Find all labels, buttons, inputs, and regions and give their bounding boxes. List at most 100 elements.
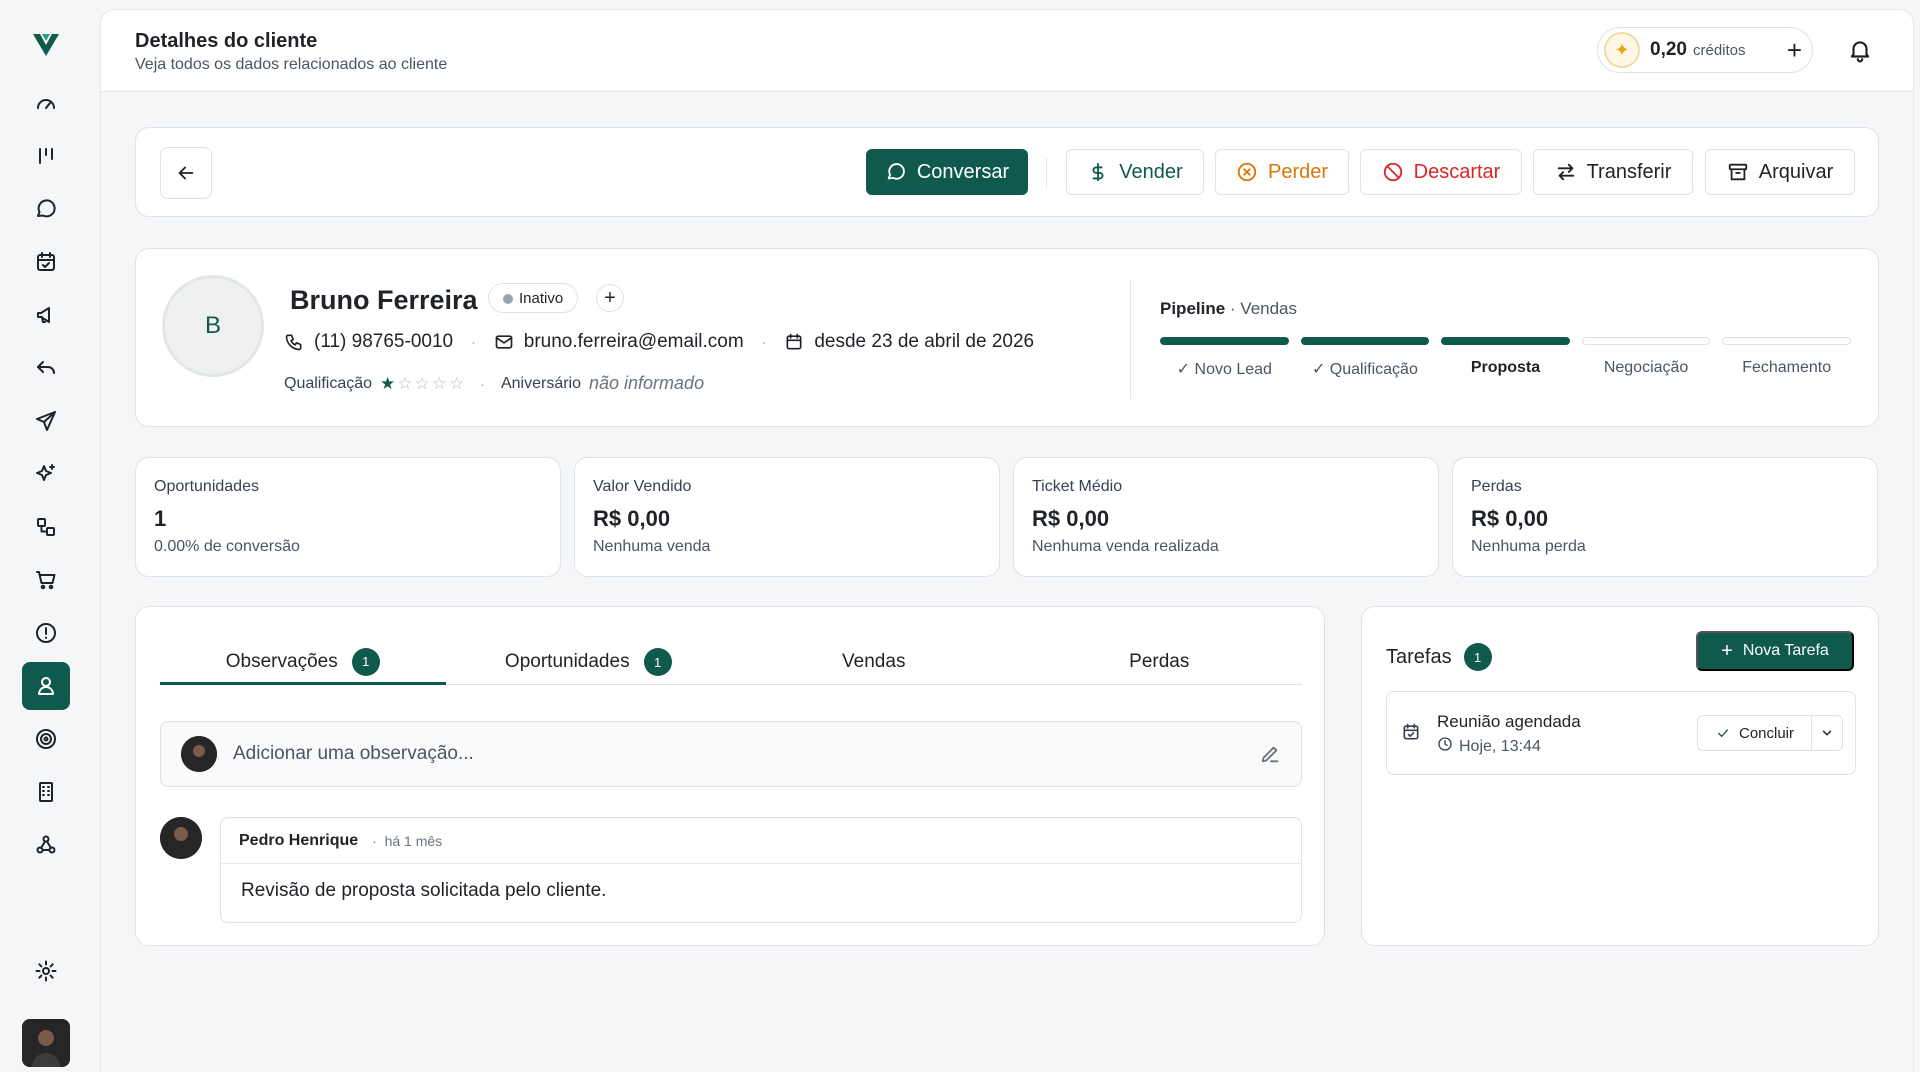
pipeline-stage[interactable]: ✓ Qualificação <box>1300 337 1430 379</box>
tasks-card: Tarefas 1 + Nova Tarefa Reunião agendada… <box>1361 606 1879 946</box>
client-name: Bruno Ferreira <box>290 285 478 315</box>
notifications-button[interactable] <box>1847 37 1873 63</box>
sidebar-item-settings[interactable] <box>22 947 70 995</box>
stage-label-text: Fechamento <box>1742 359 1832 376</box>
client-phone[interactable]: (11) 98765-0010 <box>314 331 453 353</box>
app-logo[interactable] <box>30 28 62 60</box>
stage-label-text: Novo Lead <box>1194 361 1272 378</box>
mail-icon <box>495 335 513 349</box>
comment-time: · há 1 mês <box>372 832 443 849</box>
sidebar-item-ai[interactable] <box>22 450 70 498</box>
stage-progress-bar <box>1581 337 1711 345</box>
arquivar-button[interactable]: Arquivar <box>1705 149 1855 195</box>
transferir-button[interactable]: Transferir <box>1533 149 1693 195</box>
tab-vendas[interactable]: Vendas <box>731 641 1017 683</box>
pipeline-stage[interactable]: Negociação <box>1581 337 1711 379</box>
credits-widget[interactable]: ✦ 0,20 créditos + <box>1597 27 1813 73</box>
action-divider <box>1046 158 1047 188</box>
metric-card-valor-vendido: Valor Vendido R$ 0,00 Nenhuma venda <box>574 457 1000 577</box>
conversar-label: Conversar <box>916 160 1010 183</box>
workflow-icon <box>37 518 55 536</box>
comment-body: Revisão de proposta solicitada pelo clie… <box>241 880 607 901</box>
pipeline-stage[interactable]: Proposta <box>1441 337 1570 379</box>
stage-progress-bar <box>1441 337 1570 345</box>
star-icon[interactable]: ☆ <box>432 374 447 394</box>
webhook-icon <box>36 835 56 854</box>
tab-observacoes[interactable]: Observações 1 <box>160 641 446 685</box>
perder-button[interactable]: Perder <box>1215 149 1349 195</box>
pipeline-stage[interactable]: ✓ Novo Lead <box>1160 337 1289 379</box>
tab-perdas[interactable]: Perdas <box>1017 641 1303 683</box>
complete-task-button[interactable]: Concluir <box>1698 716 1812 750</box>
calendar-check-icon <box>37 252 55 271</box>
vender-button[interactable]: Vender <box>1066 149 1204 195</box>
star-icon[interactable]: ☆ <box>415 374 430 394</box>
sidebar-item-webhooks[interactable] <box>22 821 70 869</box>
qualification-stars[interactable]: ★ ☆ ☆ ☆ ☆ <box>380 374 464 394</box>
sidebar-item-pipeline[interactable] <box>22 132 70 180</box>
task-time-value: Hoje, 13:44 <box>1459 737 1541 755</box>
descartar-label: Descartar <box>1413 160 1501 183</box>
star-icon[interactable]: ☆ <box>449 374 464 394</box>
sidebar-item-flows[interactable] <box>22 503 70 551</box>
pencil-icon[interactable] <box>1259 743 1281 765</box>
topbar: Detalhes do cliente Veja todos os dados … <box>101 10 1913 92</box>
new-task-button[interactable]: + Nova Tarefa <box>1696 631 1854 671</box>
action-bar: Conversar Vender Perder Descartar Transf… <box>135 127 1879 217</box>
sidebar-item-goals[interactable] <box>22 715 70 763</box>
status-badge[interactable]: Inativo <box>488 283 579 313</box>
sidebar-item-dashboard[interactable] <box>22 79 70 127</box>
sidebar-item-alerts[interactable] <box>22 609 70 657</box>
credits-label: créditos <box>1692 41 1746 59</box>
sidebar-item-cart[interactable] <box>22 556 70 604</box>
birthday-value: não informado <box>589 373 705 393</box>
gear-icon <box>35 960 57 982</box>
task-options-dropdown[interactable] <box>1812 716 1842 750</box>
observation-input[interactable]: Adicionar uma observação... <box>160 721 1302 787</box>
arrow-left-icon <box>178 166 194 180</box>
user-icon <box>38 677 54 695</box>
stage-progress-bar <box>1160 337 1289 345</box>
sidebar <box>0 0 92 1072</box>
gauge-icon <box>37 99 55 109</box>
kanban-icon <box>39 148 53 164</box>
activity-tabs-card: Observações 1 Oportunidades 1 Vendas Per… <box>135 606 1325 946</box>
dollar-icon <box>1092 162 1104 182</box>
tab-label: Oportunidades <box>504 651 630 672</box>
chat-bubble-icon <box>887 163 905 180</box>
user-avatar[interactable] <box>22 1019 70 1067</box>
bell-icon <box>1850 41 1870 63</box>
metric-value: R$ 0,00 <box>1471 506 1549 531</box>
add-credits-button[interactable]: + <box>1787 37 1802 63</box>
chevron-down-icon <box>1822 730 1832 736</box>
metric-card-oportunidades: Oportunidades 1 0.00% de conversão <box>135 457 561 577</box>
stage-label: Proposta <box>1441 359 1570 377</box>
tab-label: Vendas <box>842 651 906 672</box>
separator: · <box>480 375 485 392</box>
pipeline-stage[interactable]: Fechamento <box>1722 337 1851 379</box>
metric-label: Ticket Médio <box>1032 478 1123 495</box>
stage-label: ✓ Qualificação <box>1301 359 1430 379</box>
perder-label: Perder <box>1267 160 1329 183</box>
sidebar-item-send[interactable] <box>22 397 70 445</box>
pipeline-name: Vendas <box>1240 299 1298 318</box>
count-badge: 1 <box>351 647 380 676</box>
sidebar-item-calendar[interactable] <box>22 238 70 286</box>
sidebar-item-companies[interactable] <box>22 768 70 816</box>
star-icon[interactable]: ★ <box>380 374 395 394</box>
sidebar-item-chat[interactable] <box>22 185 70 233</box>
task-item[interactable]: Reunião agendada Hoje, 13:44 Concluir <box>1386 691 1856 775</box>
tab-oportunidades[interactable]: Oportunidades 1 <box>446 641 732 683</box>
add-tag-button[interactable]: + <box>596 284 624 312</box>
vender-label: Vender <box>1119 160 1183 183</box>
star-icon[interactable]: ☆ <box>397 374 412 394</box>
check-icon: ✓ <box>1176 361 1195 378</box>
descartar-button[interactable]: Descartar <box>1360 149 1522 195</box>
sidebar-item-clients[interactable] <box>22 662 70 710</box>
back-button[interactable] <box>160 147 212 199</box>
metric-value: 1 <box>154 506 167 531</box>
client-email[interactable]: bruno.ferreira@email.com <box>524 331 744 353</box>
sidebar-item-campaigns[interactable] <box>22 291 70 339</box>
sidebar-item-replies[interactable] <box>22 344 70 392</box>
conversar-button[interactable]: Conversar <box>866 149 1028 195</box>
